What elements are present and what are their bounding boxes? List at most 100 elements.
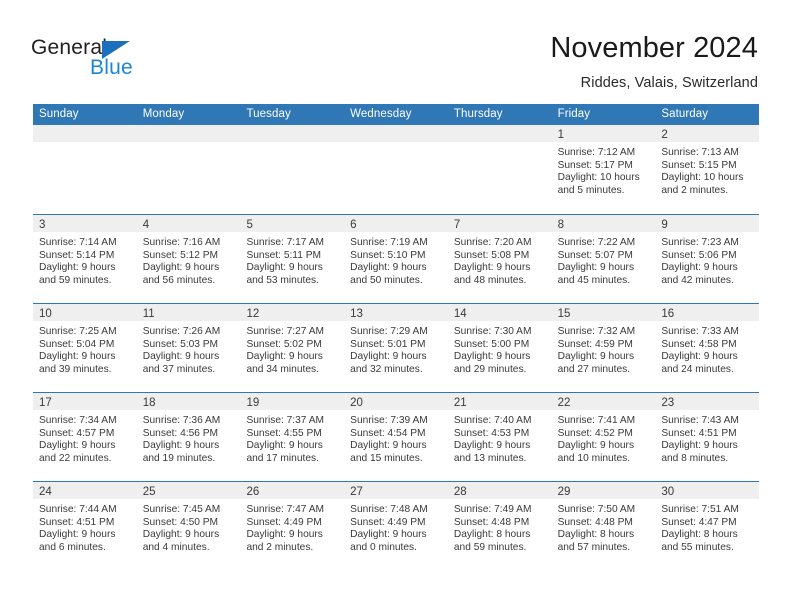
calendar-day-cell[interactable]: 20 Sunrise: 7:39 AM Sunset: 4:54 PM Dayligh…: [344, 393, 448, 481]
daylight-text-line1: Daylight: 9 hours: [661, 351, 738, 363]
calendar-day-cell[interactable]: 9 Sunrise: 7:23 AM Sunset: 5:06 PM Daylight…: [655, 215, 760, 303]
sunset-text: Sunset: 5:08 PM: [453, 249, 530, 261]
calendar-day-cell[interactable]: 21 Sunrise: 7:40 AM Sunset: 4:53 PM Dayligh…: [447, 393, 552, 481]
sunrise-text: Sunrise: 7:13 AM: [661, 147, 739, 158]
day-of-week-header-row: Sunday Monday Tuesday Wednesday Thursday…: [33, 104, 759, 125]
calendar-day-cell[interactable]: 30 Sunrise: 7:51 AM Sunset: 4:47 PM Dayligh…: [655, 482, 760, 570]
sunrise-text: Sunrise: 7:20 AM: [453, 237, 532, 248]
sunset-text: Sunset: 4:48 PM: [453, 516, 530, 528]
day-number: 11: [142, 308, 155, 320]
daylight-text-line2: and 57 minutes.: [557, 541, 631, 553]
calendar-day-cell[interactable]: 5 Sunrise: 7:17 AM Sunset: 5:11 PM Daylight…: [240, 215, 345, 303]
day-number: 15: [557, 308, 571, 320]
day-number-band: 27: [344, 482, 448, 499]
day-details: Sunrise: 7:16 AM Sunset: 5:12 PM Daylight:…: [137, 232, 241, 287]
sunset-text: Sunset: 4:51 PM: [661, 427, 737, 439]
daylight-text-line1: Daylight: 9 hours: [557, 440, 635, 452]
sunrise-text: Sunrise: 7:37 AM: [246, 415, 325, 426]
calendar-day-cell[interactable]: 3 Sunrise: 7:14 AM Sunset: 5:14 PM Daylight…: [33, 215, 137, 303]
day-details: Sunrise: 7:41 AM Sunset: 4:52 PM Daylight:…: [552, 410, 656, 465]
calendar-day-cell[interactable]: 10 Sunrise: 7:25 AM Sunset: 5:04 PM Dayligh…: [33, 304, 137, 392]
general-blue-logo[interactable]: General Blue: [31, 36, 201, 84]
calendar-day-cell[interactable]: 25 Sunrise: 7:45 AM Sunset: 4:50 PM Dayligh…: [136, 482, 241, 570]
daylight-text-line1: Daylight: 9 hours: [350, 440, 427, 452]
calendar-day-cell[interactable]: 7 Sunrise: 7:20 AM Sunset: 5:08 PM Daylight…: [447, 215, 552, 303]
sunrise-text: Sunrise: 7:40 AM: [453, 415, 532, 426]
sunrise-text: Sunrise: 7:49 AM: [453, 504, 532, 515]
calendar-day-cell[interactable]: 2 Sunrise: 7:13 AM Sunset: 5:15 PM Daylight…: [655, 125, 760, 214]
day-number: 25: [142, 486, 156, 498]
calendar-day-cell[interactable]: 18 Sunrise: 7:36 AM Sunset: 4:56 PM Dayligh…: [136, 393, 241, 481]
day-number: 10: [39, 308, 52, 320]
day-number-band: 20: [344, 393, 448, 410]
calendar-day-cell[interactable]: 22 Sunrise: 7:41 AM Sunset: 4:52 PM Dayligh…: [551, 393, 656, 481]
sunrise-text: Sunrise: 7:14 AM: [39, 237, 117, 248]
sunset-text: Sunset: 4:49 PM: [246, 516, 322, 528]
day-details: Sunrise: 7:20 AM Sunset: 5:08 PM Daylight:…: [448, 232, 552, 287]
calendar-day-cell[interactable]: 15 Sunrise: 7:32 AM Sunset: 4:59 PM Dayligh…: [551, 304, 656, 392]
calendar-day-cell[interactable]: 28 Sunrise: 7:49 AM Sunset: 4:48 PM Dayligh…: [447, 482, 552, 570]
calendar-week-row: 3 Sunrise: 7:14 AM Sunset: 5:14 PM Daylight…: [33, 214, 760, 303]
calendar-day-cell[interactable]: 6 Sunrise: 7:19 AM Sunset: 5:10 PM Daylight…: [344, 215, 448, 303]
day-details: Sunrise: 7:39 AM Sunset: 4:54 PM Daylight:…: [344, 410, 448, 465]
calendar-day-cell[interactable]: 27 Sunrise: 7:48 AM Sunset: 4:49 PM Dayligh…: [344, 482, 448, 570]
day-number: 18: [142, 397, 156, 409]
calendar-day-cell[interactable]: 4 Sunrise: 7:16 AM Sunset: 5:12 PM Daylight…: [136, 215, 241, 303]
sunrise-text: Sunrise: 7:36 AM: [142, 415, 221, 426]
calendar-day-cell[interactable]: 23 Sunrise: 7:43 AM Sunset: 4:51 PM Dayligh…: [655, 393, 760, 481]
calendar-day-cell[interactable]: 26 Sunrise: 7:47 AM Sunset: 4:49 PM Dayligh…: [240, 482, 345, 570]
day-number-band: 4: [136, 215, 241, 232]
day-number-band: 2: [655, 125, 760, 142]
day-number-band: 30: [655, 482, 760, 499]
calendar-day-cell[interactable]: 16 Sunrise: 7:33 AM Sunset: 4:58 PM Dayligh…: [655, 304, 760, 392]
daylight-text-line2: and 55 minutes.: [661, 541, 734, 553]
calendar-day-cell[interactable]: 14 Sunrise: 7:30 AM Sunset: 5:00 PM Dayligh…: [447, 304, 552, 392]
daylight-text-line1: Daylight: 8 hours: [661, 529, 738, 541]
day-details: Sunrise: 7:12 AM Sunset: 5:17 PM Daylight:…: [552, 142, 656, 197]
daylight-text-line1: Daylight: 9 hours: [453, 262, 531, 274]
day-header-saturday: Saturday: [661, 108, 709, 120]
day-number: 22: [557, 397, 571, 409]
calendar-day-cell[interactable]: 17 Sunrise: 7:34 AM Sunset: 4:57 PM Dayligh…: [33, 393, 137, 481]
calendar-day-cell[interactable]: 24 Sunrise: 7:44 AM Sunset: 4:51 PM Dayligh…: [33, 482, 137, 570]
day-details: Sunrise: 7:36 AM Sunset: 4:56 PM Daylight:…: [137, 410, 241, 465]
daylight-text-line2: and 6 minutes.: [39, 541, 106, 553]
calendar-day-cell[interactable]: 11 Sunrise: 7:26 AM Sunset: 5:03 PM Dayligh…: [136, 304, 241, 392]
day-details: Sunrise: 7:13 AM Sunset: 5:15 PM Daylight:…: [655, 142, 759, 197]
daylight-text-line1: Daylight: 9 hours: [142, 440, 220, 452]
location-subtitle: Riddes, Valais, Switzerland: [580, 75, 758, 91]
daylight-text-line2: and 22 minutes.: [39, 452, 112, 464]
sunset-text: Sunset: 4:53 PM: [453, 427, 530, 439]
day-number: 17: [39, 397, 52, 409]
sunset-text: Sunset: 4:49 PM: [350, 516, 426, 528]
day-number: 9: [661, 219, 668, 231]
calendar-day-cell[interactable]: 29 Sunrise: 7:50 AM Sunset: 4:48 PM Dayligh…: [551, 482, 656, 570]
day-details: Sunrise: 7:19 AM Sunset: 5:10 PM Daylight:…: [344, 232, 448, 287]
sunrise-text: Sunrise: 7:43 AM: [661, 415, 739, 426]
day-number-band: 13: [344, 304, 448, 321]
day-details: Sunrise: 7:44 AM Sunset: 4:51 PM Daylight:…: [33, 499, 137, 554]
sunrise-text: Sunrise: 7:23 AM: [661, 237, 739, 248]
sunset-text: Sunset: 4:55 PM: [246, 427, 322, 439]
daylight-text-line2: and 2 minutes.: [661, 184, 729, 196]
sunset-text: Sunset: 4:57 PM: [39, 427, 115, 439]
day-number-band: 12: [240, 304, 345, 321]
daylight-text-line2: and 34 minutes.: [246, 363, 319, 375]
day-number: 14: [453, 308, 467, 320]
calendar-week-row: 17 Sunrise: 7:34 AM Sunset: 4:57 PM Dayligh…: [33, 392, 760, 481]
daylight-text-line2: and 2 minutes.: [246, 541, 314, 553]
calendar-day-cell[interactable]: 8 Sunrise: 7:22 AM Sunset: 5:07 PM Daylight…: [551, 215, 656, 303]
calendar-day-cell[interactable]: 19 Sunrise: 7:37 AM Sunset: 4:55 PM Dayligh…: [240, 393, 345, 481]
daylight-text-line2: and 50 minutes.: [350, 274, 423, 286]
daylight-text-line2: and 29 minutes.: [453, 363, 527, 375]
sunrise-text: Sunrise: 7:48 AM: [350, 504, 428, 515]
calendar-day-cell[interactable]: 12 Sunrise: 7:27 AM Sunset: 5:02 PM Dayligh…: [240, 304, 345, 392]
day-header-thursday: Thursday: [453, 108, 503, 120]
daylight-text-line1: Daylight: 9 hours: [350, 351, 427, 363]
calendar-day-cell[interactable]: 13 Sunrise: 7:29 AM Sunset: 5:01 PM Dayligh…: [344, 304, 448, 392]
day-number: 1: [557, 129, 564, 141]
calendar-day-cell[interactable]: 1 Sunrise: 7:12 AM Sunset: 5:17 PM Daylight…: [551, 125, 656, 214]
daylight-text-line2: and 15 minutes.: [350, 452, 423, 464]
sunset-text: Sunset: 5:12 PM: [142, 249, 219, 261]
daylight-text-line2: and 0 minutes.: [350, 541, 417, 553]
